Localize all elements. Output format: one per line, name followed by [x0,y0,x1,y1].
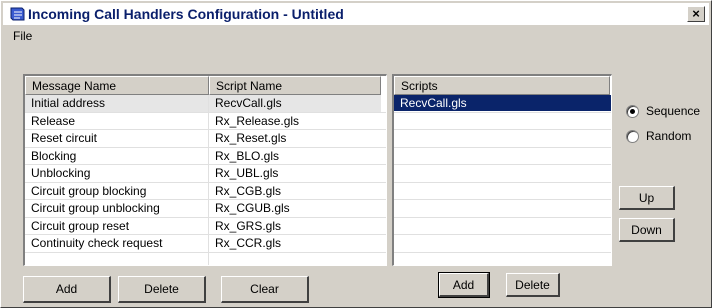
window-title: Incoming Call Handlers Configuration - U… [28,6,344,22]
list-item[interactable] [394,165,611,183]
handlers-table-header: Message Name Script Name [25,76,386,95]
table-row[interactable]: Blocking Rx_BLO.gls [25,147,386,165]
menu-file[interactable]: File [13,29,32,43]
menu-bar: File [3,26,709,46]
message-name-cell: Release [25,112,209,129]
up-button[interactable]: Up [619,186,675,210]
script-name-cell: Rx_UBL.gls [215,166,279,180]
message-name-cell [25,252,209,265]
table-row[interactable]: Reset circuit Rx_Reset.gls [25,130,386,148]
table-row[interactable]: Circuit group unblocking Rx_CGUB.gls [25,200,386,218]
script-name-cell: Rx_Release.gls [215,113,300,128]
script-item-label [394,165,611,181]
script-name-cell: Rx_Reset.gls [215,131,287,145]
close-button[interactable]: × [687,6,705,22]
down-button[interactable]: Down [619,218,675,242]
column-header-message-name[interactable]: Message Name [25,76,209,95]
script-name-cell: Rx_CGB.gls [215,183,282,198]
close-icon: × [692,6,700,21]
script-name-cell: Rx_CCR.gls [215,236,282,250]
table-row[interactable]: Continuity check request Rx_CCR.gls [25,235,386,253]
table-row[interactable]: Circuit group blocking Rx_CGB.gls [25,182,386,200]
script-name-cell: Rx_CGUB.gls [215,201,290,215]
message-name-cell: Circuit group blocking [25,182,209,199]
message-name-cell: Circuit group reset [25,217,209,234]
list-item[interactable] [394,113,611,130]
list-item[interactable] [394,183,611,200]
script-item-label [394,253,611,266]
list-item[interactable] [394,148,611,165]
clear-handlers-button[interactable]: Clear [221,276,309,303]
delete-handler-button[interactable]: Delete [118,276,206,303]
message-name-cell: Initial address [25,95,209,112]
message-name-cell: Continuity check request [25,235,209,252]
handlers-table-body: Initial address RecvCall.gls Release Rx_Rel… [25,95,386,266]
list-item[interactable] [394,218,611,235]
table-row[interactable]: Circuit group reset Rx_GRS.gls [25,217,386,235]
message-name-cell: Blocking [25,147,209,164]
notepad-icon [10,7,25,21]
random-radio[interactable]: Random [626,127,691,145]
script-item-label [394,130,611,146]
add-script-button[interactable]: Add [438,272,490,298]
sequence-radio-label: Sequence [646,104,701,118]
table-row[interactable]: Release Rx_Release.gls [25,112,386,130]
script-item-label [394,218,611,234]
sequence-radio-button[interactable] [626,104,639,118]
add-handler-button[interactable]: Add [23,276,111,303]
script-item-label [394,183,611,199]
column-header-scripts[interactable]: Scripts [394,76,610,95]
scripts-list-body: RecvCall.gls [394,95,611,266]
config-window: Incoming Call Handlers Configuration - U… [0,0,712,308]
handlers-table[interactable]: Message Name Script Name Initial address… [23,74,387,266]
table-row[interactable]: Unblocking Rx_UBL.gls [25,165,386,183]
table-row[interactable] [25,252,386,266]
list-item[interactable] [394,130,611,148]
table-row[interactable]: Initial address RecvCall.gls [25,95,386,113]
list-item[interactable]: RecvCall.gls [394,95,611,113]
message-name-cell: Unblocking [25,165,209,182]
message-name-cell: Circuit group unblocking [25,200,209,217]
script-name-cell [209,253,381,266]
script-name-cell: RecvCall.gls [209,95,381,112]
script-item-label [394,235,611,251]
sequence-radio[interactable]: Sequence [626,102,700,120]
script-item-label [394,200,611,216]
title-bar[interactable]: Incoming Call Handlers Configuration - U… [3,3,709,25]
delete-script-button[interactable]: Delete [506,273,560,297]
list-item[interactable] [394,200,611,218]
list-item[interactable] [394,253,611,266]
script-name-cell: Rx_GRS.gls [215,218,282,233]
script-item-label [394,113,611,129]
script-name-cell: Rx_BLO.gls [215,148,280,163]
random-radio-label: Random [646,129,692,143]
message-name-cell: Reset circuit [25,130,209,147]
column-header-script-name[interactable]: Script Name [209,76,381,95]
script-item-label [394,148,611,164]
scripts-list[interactable]: Scripts RecvCall.gls [392,74,612,266]
scripts-list-header: Scripts [394,76,611,95]
random-radio-button[interactable] [626,129,639,143]
script-item-label: RecvCall.gls [394,95,611,111]
list-item[interactable] [394,235,611,253]
